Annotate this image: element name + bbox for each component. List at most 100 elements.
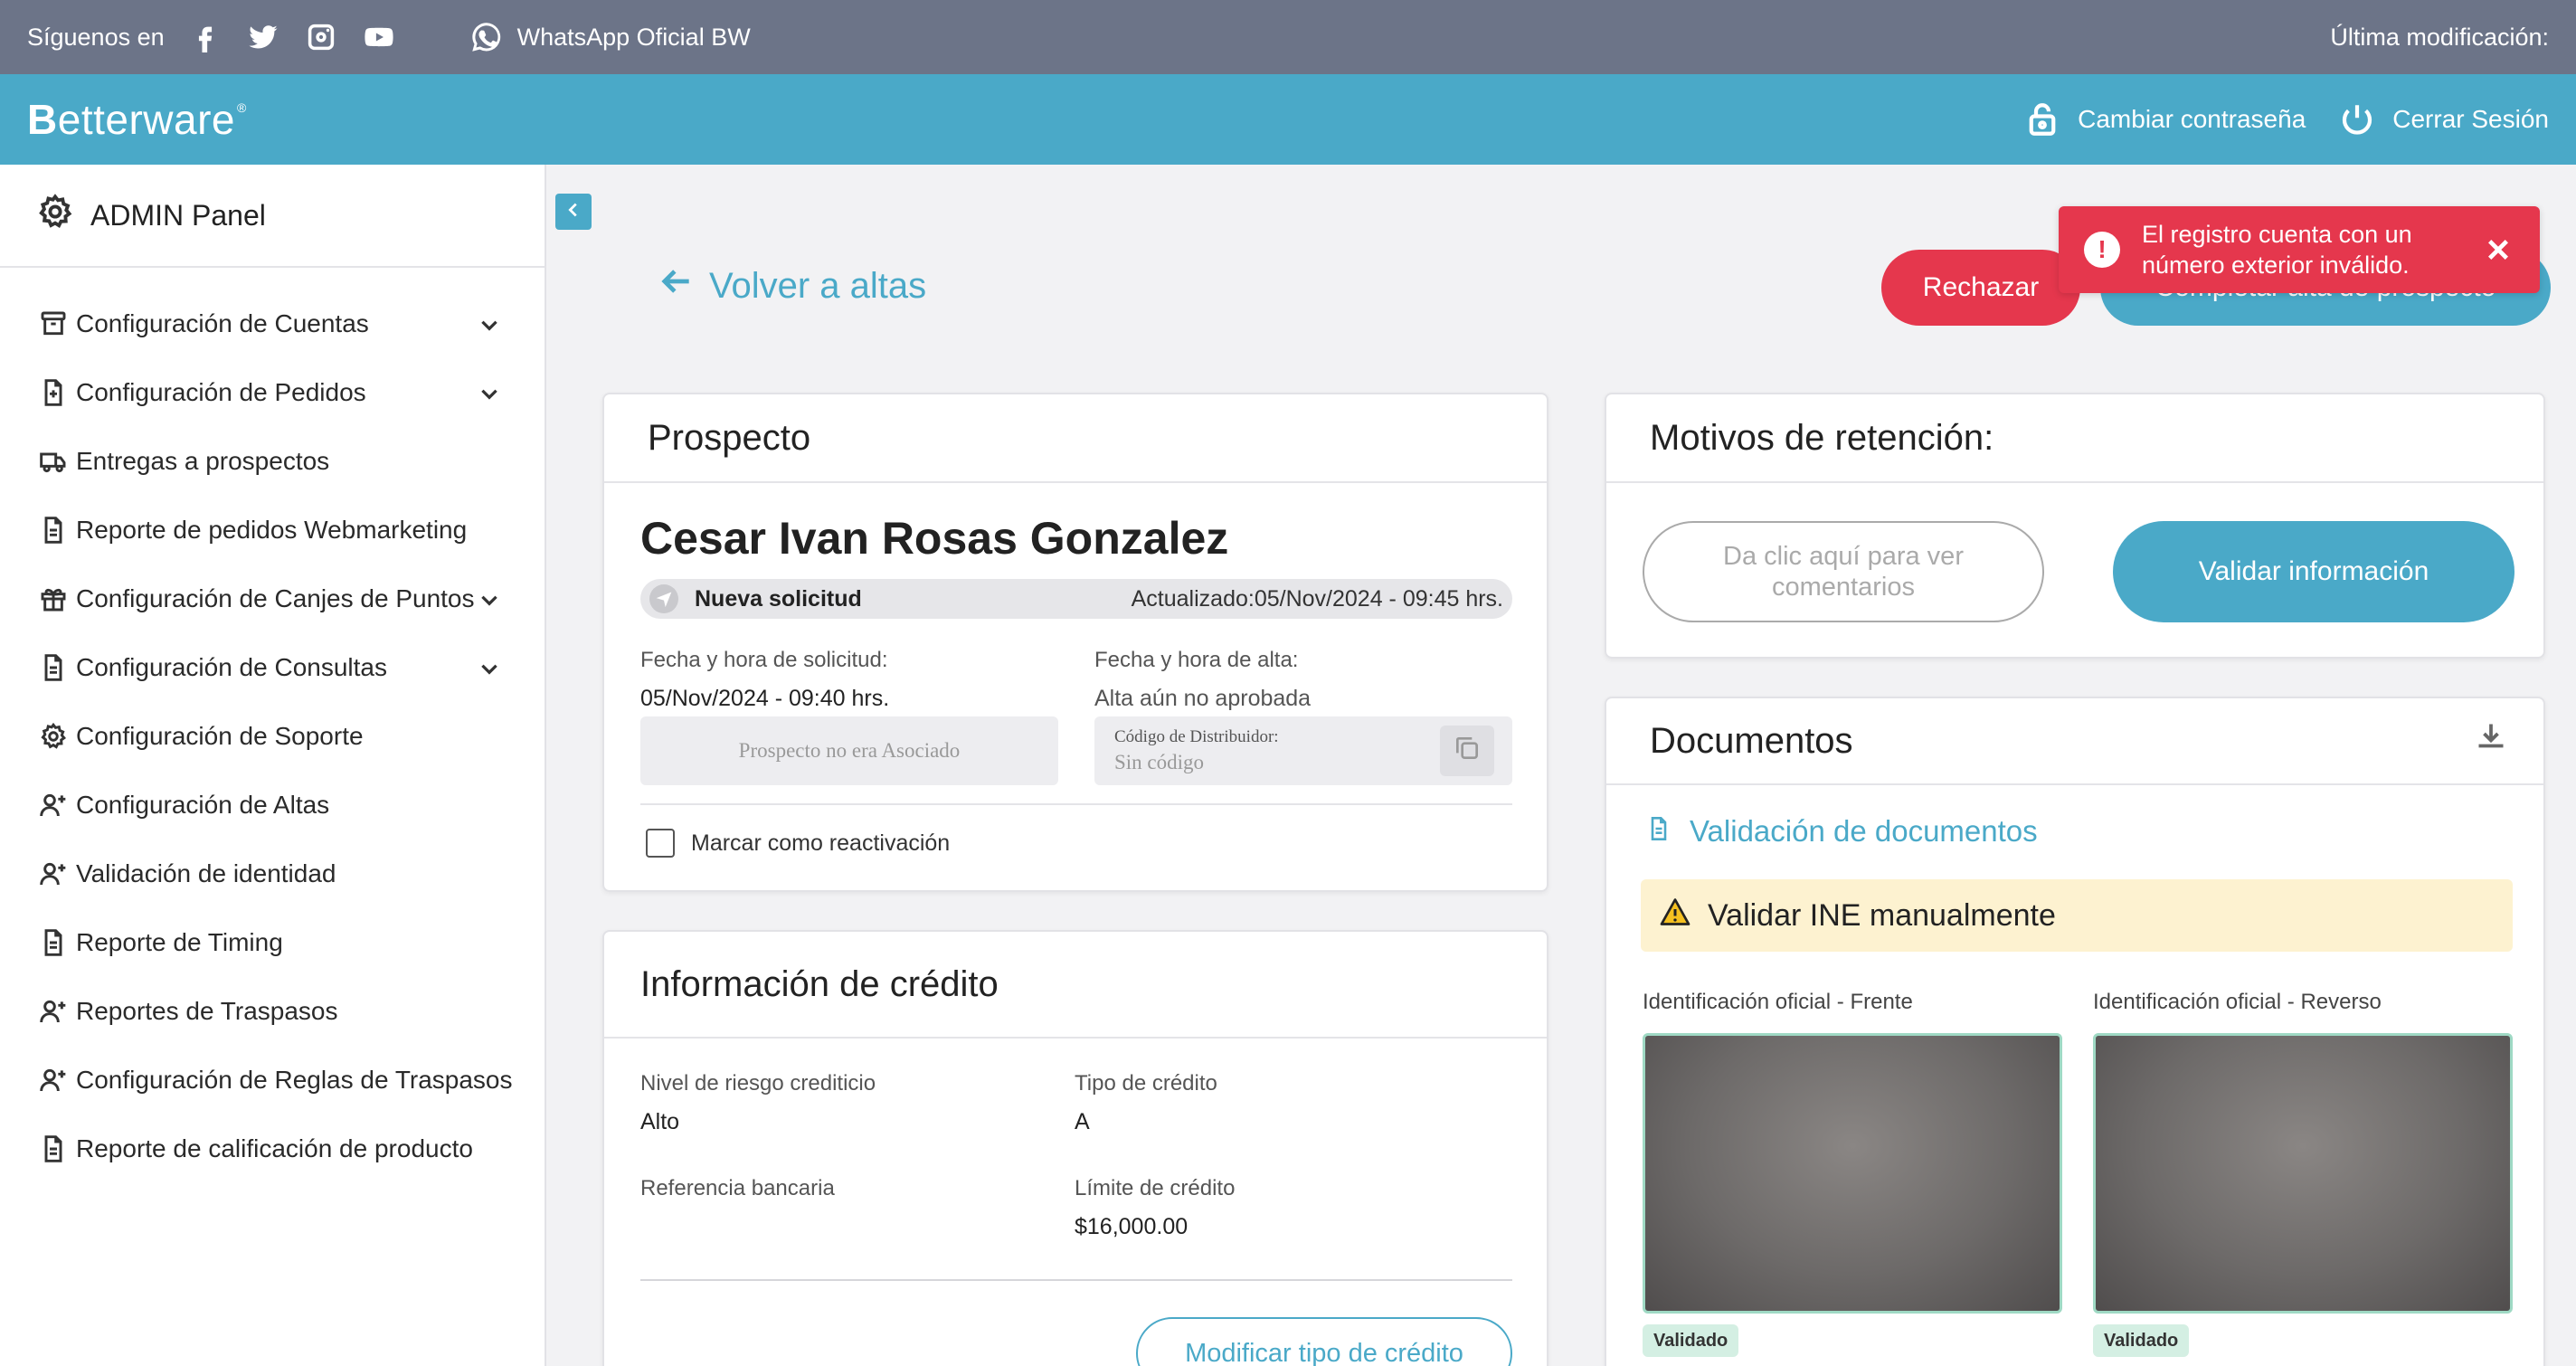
id-front-status-badge: Validado (1643, 1324, 1739, 1357)
chevron-down-icon[interactable] (478, 382, 501, 405)
validate-info-button[interactable]: Validar información (2113, 521, 2514, 622)
retention-card-title: Motivos de retención: (1606, 394, 2543, 483)
top-bar: Síguenos en WhatsApp Oficial BW Última m… (0, 0, 2576, 74)
updated-label: Actualizado: (1131, 585, 1255, 612)
request-date-label: Fecha y hora de solicitud: (640, 648, 888, 672)
ine-warning-banner: Validar INE manualmente (1641, 879, 2513, 952)
bank-reference-label: Referencia bancaria (640, 1176, 835, 1200)
admin-panel-label: ADMIN Panel (90, 198, 266, 232)
reactivation-checkbox[interactable] (646, 829, 675, 858)
logo-initial: B (27, 96, 58, 143)
associate-note: Prospecto no era Asociado (738, 739, 961, 762)
id-back-image[interactable] (2093, 1033, 2513, 1314)
sidebar-item-label: Configuración de Reglas de Traspasos (76, 1066, 513, 1094)
modify-credit-type-button[interactable]: Modificar tipo de crédito (1136, 1317, 1512, 1366)
sidebar-item[interactable]: Configuración de Reglas de Traspasos (0, 1046, 545, 1115)
ine-warning-text: Validar INE manualmente (1708, 897, 2056, 933)
reject-button[interactable]: Rechazar (1881, 250, 2080, 326)
youtube-icon[interactable] (364, 22, 394, 52)
instagram-icon[interactable] (306, 22, 336, 52)
follow-label: Síguenos en (27, 23, 165, 51)
associate-field: Prospecto no era Asociado (640, 716, 1058, 785)
user-plus-icon (38, 790, 69, 821)
sidebar-item[interactable]: Reporte de Timing (0, 908, 545, 977)
risk-level-label: Nivel de riesgo crediticio (640, 1071, 876, 1096)
chevron-down-icon[interactable] (478, 588, 501, 612)
credit-type-value: A (1075, 1109, 1090, 1134)
document-validation-label: Validación de documentos (1690, 814, 2038, 848)
error-toast: ! El registro cuenta con un número exter… (2059, 206, 2540, 293)
sidebar-item[interactable]: Configuración de Consultas (0, 633, 545, 702)
sidebar-item[interactable]: Entregas a prospectos (0, 427, 545, 496)
header-actions: Cambiar contraseña Cerrar Sesión (2023, 100, 2549, 138)
gift-icon (38, 583, 69, 614)
reactivation-checkbox-row[interactable]: Marcar como reactivación (646, 829, 950, 858)
chevron-down-icon[interactable] (478, 313, 501, 337)
sidebar-item[interactable]: Configuración de Cuentas (0, 289, 545, 358)
sidebar-item[interactable]: Validación de identidad (0, 840, 545, 908)
lock-icon (2023, 100, 2061, 138)
twitter-icon[interactable] (248, 22, 279, 52)
admin-panel-title: ADMIN Panel (0, 165, 545, 268)
sidebar-item-label: Reporte de calificación de producto (76, 1134, 473, 1162)
documents-card-header: Documentos (1606, 698, 2543, 785)
change-password-label: Cambiar contraseña (2078, 105, 2306, 133)
approval-date-label: Fecha y hora de alta: (1094, 648, 1299, 672)
sidebar-item-label: Configuración de Cuentas (76, 309, 369, 337)
sidebar-item[interactable]: Reporte de calificación de producto (0, 1115, 545, 1183)
back-label: Volver a altas (709, 265, 927, 306)
document-icon (38, 927, 69, 958)
distributor-code-value: Sin código (1114, 751, 1205, 773)
status-label: Nueva solicitud (695, 585, 862, 612)
sidebar-item[interactable]: Configuración de Canjes de Puntos (0, 564, 545, 633)
sidebar-item[interactable]: Configuración de Soporte (0, 702, 545, 771)
download-icon[interactable] (2475, 720, 2507, 762)
sidebar-item[interactable]: Reportes de Traspasos (0, 977, 545, 1046)
sidebar-item-label: Validación de identidad (76, 859, 336, 887)
warning-icon (1659, 896, 1691, 936)
arrow-left-icon (660, 264, 695, 308)
whatsapp-icon (470, 21, 503, 53)
id-front-image[interactable] (1643, 1033, 2062, 1314)
collapse-sidebar-button[interactable] (555, 194, 592, 230)
prospect-card-title: Prospecto (604, 394, 1547, 483)
approval-date-value: Alta aún no aprobada (1094, 686, 1312, 711)
distributor-code-field: Código de Distribuidor: Sin código (1094, 716, 1512, 785)
document-icon (38, 652, 69, 683)
credit-limit-label: Límite de crédito (1075, 1176, 1236, 1200)
logout-button[interactable]: Cerrar Sesión (2338, 100, 2549, 138)
id-back-status-badge: Validado (2093, 1324, 2190, 1357)
facebook-icon[interactable] (190, 22, 221, 52)
request-date-value: 05/Nov/2024 - 09:40 hrs. (640, 686, 890, 711)
copy-code-button[interactable] (1440, 726, 1494, 776)
retention-reasons-card: Motivos de retención: Da clic aquí para … (1605, 393, 2545, 659)
sidebar-item-label: Configuración de Pedidos (76, 378, 366, 406)
change-password-button[interactable]: Cambiar contraseña (2023, 100, 2306, 138)
sidebar-item[interactable]: Configuración de Altas (0, 771, 545, 840)
whatsapp-link[interactable]: WhatsApp Oficial BW (470, 21, 751, 53)
view-comments-button[interactable]: Da clic aquí para ver comentarios (1643, 521, 2044, 622)
close-icon[interactable] (2484, 235, 2513, 264)
prospect-name: Cesar Ivan Rosas Gonzalez (640, 513, 1229, 564)
copy-icon (1453, 734, 1482, 768)
sidebar-item-label: Configuración de Canjes de Puntos (76, 584, 475, 612)
sidebar-item[interactable]: Configuración de Pedidos (0, 358, 545, 427)
credit-card-title: Información de crédito (604, 932, 1547, 1039)
document-validation-link[interactable]: Validación de documentos (1646, 814, 2038, 849)
user-plus-icon (38, 996, 69, 1027)
alert-icon: ! (2084, 232, 2120, 268)
risk-level-value: Alto (640, 1109, 680, 1134)
chevron-left-icon (564, 200, 583, 224)
back-to-registrations-link[interactable]: Volver a altas (660, 264, 926, 308)
sidebar-item[interactable]: Reporte de pedidos Webmarketing (0, 496, 545, 564)
credit-divider (640, 1279, 1512, 1281)
document-icon (1646, 814, 1672, 849)
credit-limit-value: $16,000.00 (1075, 1214, 1189, 1239)
betterware-logo[interactable]: Betterware ® (27, 95, 247, 144)
status-badge: Nueva solicitud Actualizado:05/Nov/2024 … (640, 579, 1512, 619)
user-plus-icon (38, 858, 69, 889)
prospect-divider (640, 803, 1512, 805)
chevron-down-icon[interactable] (478, 657, 501, 680)
whatsapp-label: WhatsApp Oficial BW (516, 23, 751, 51)
logo-text: etterware (57, 96, 235, 143)
